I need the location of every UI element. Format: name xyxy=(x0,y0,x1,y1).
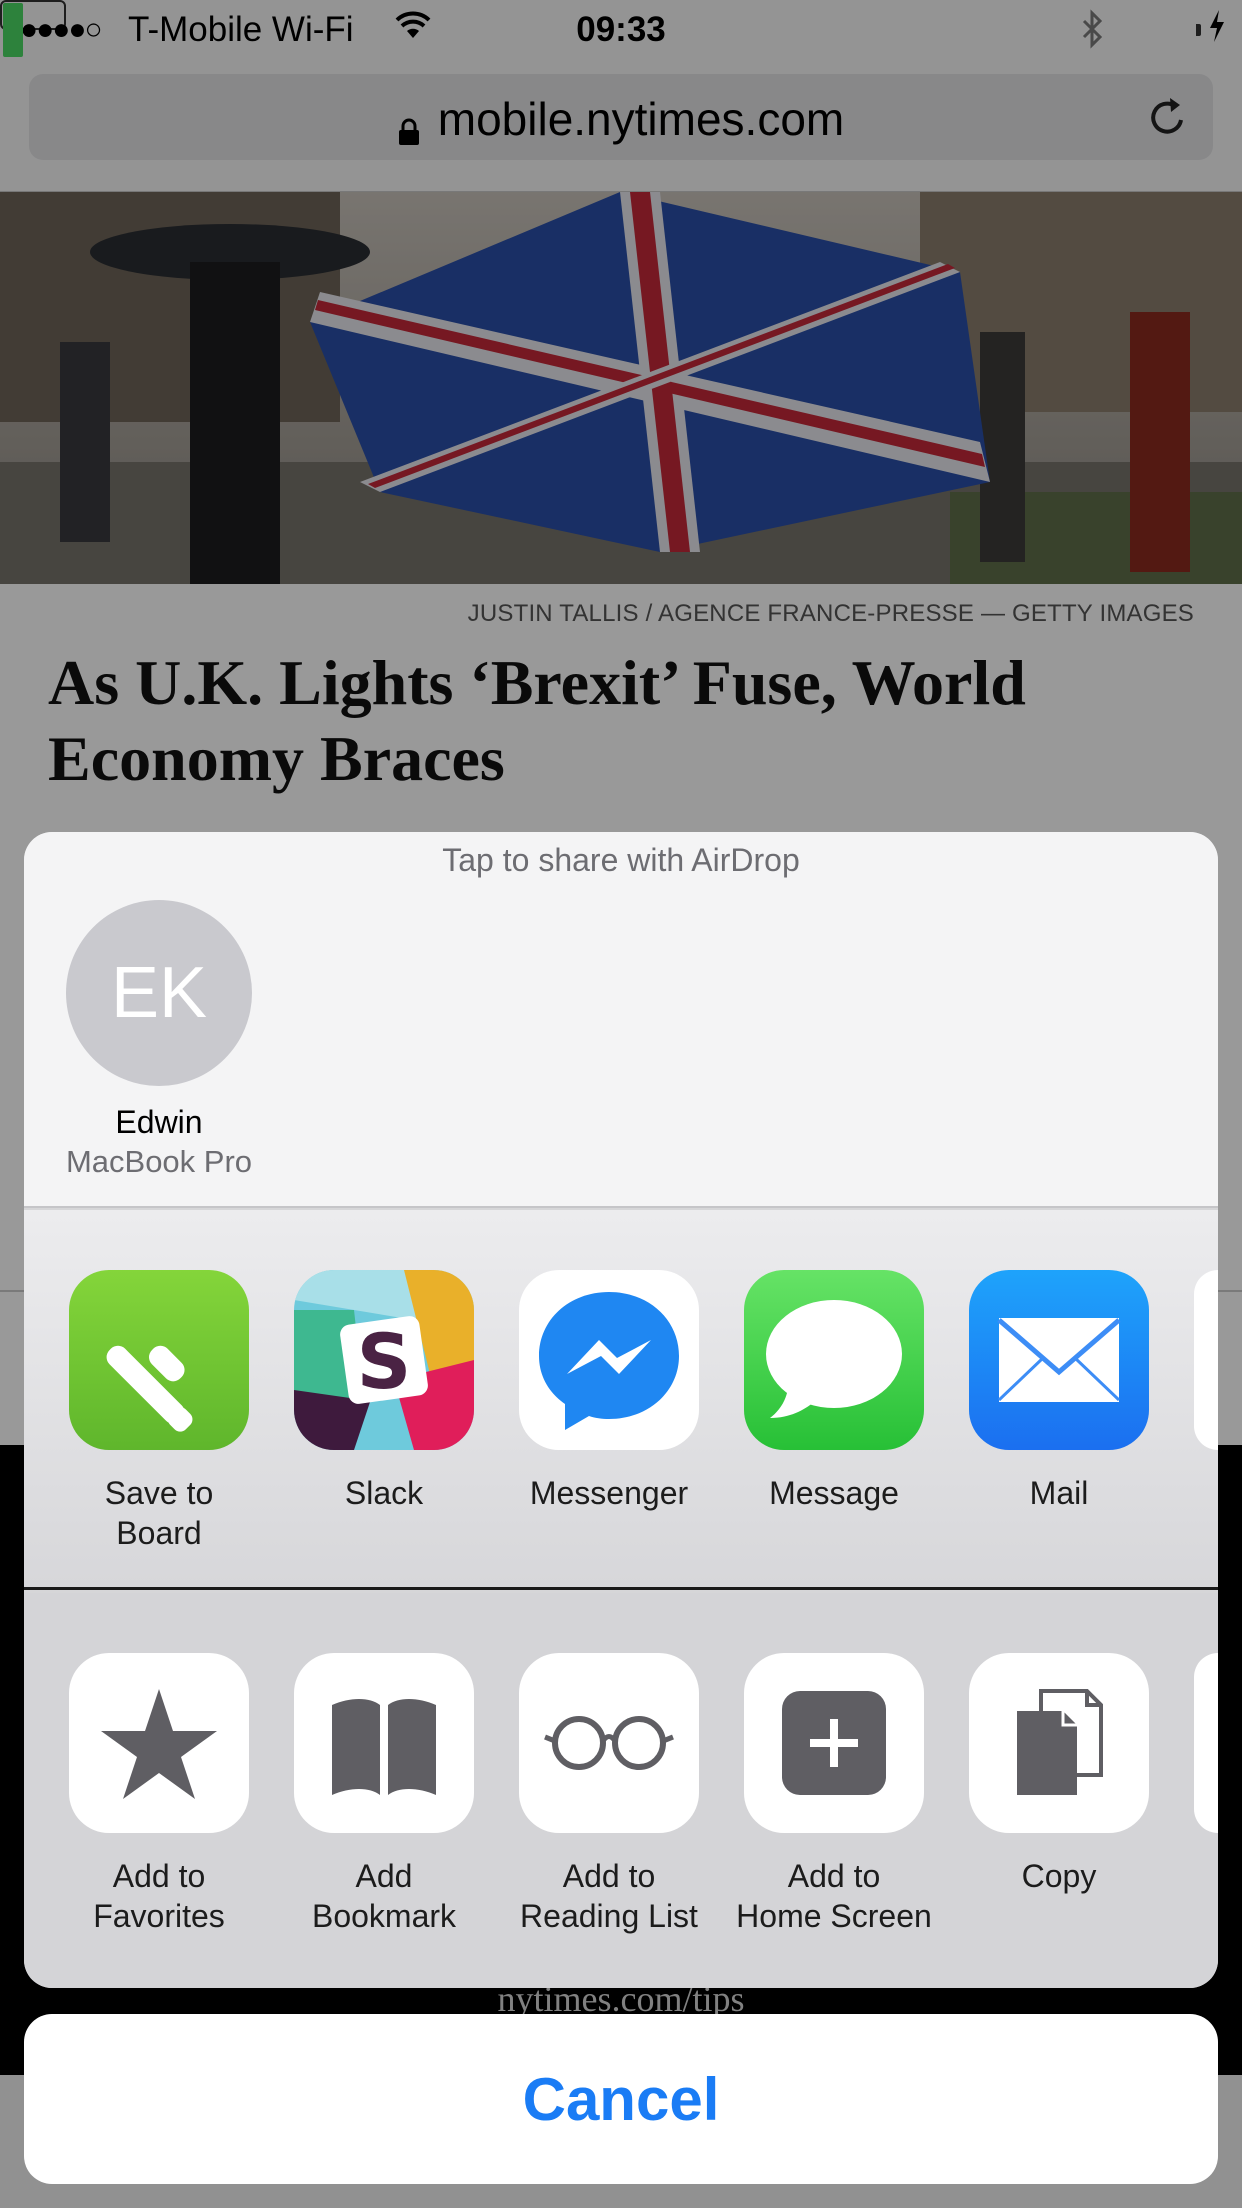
star-icon xyxy=(69,1653,249,1833)
airdrop-section: Tap to share with AirDrop EK Edwin MacBo… xyxy=(24,832,1218,1208)
copy-icon xyxy=(969,1653,1149,1833)
tile-label: Add to Home Screen xyxy=(736,1858,932,1934)
plus-icon xyxy=(744,1653,924,1833)
tile-label: Messenger xyxy=(529,1475,689,1511)
contact-device: MacBook Pro xyxy=(65,1144,253,1179)
tile-label: Mail xyxy=(1029,1475,1089,1511)
tile-label: Message xyxy=(769,1475,899,1511)
more-apps-peek[interactable] xyxy=(1194,1270,1218,1450)
feedly-icon xyxy=(69,1270,249,1450)
svg-text:S: S xyxy=(357,1317,412,1406)
share-actions-row: Add to Favorites Add Bookmark Add to Rea… xyxy=(24,1593,1218,1988)
tile-label: Add Bookmark xyxy=(311,1858,457,1934)
avatar[interactable]: EK xyxy=(66,900,252,1086)
slack-icon: S xyxy=(294,1270,474,1450)
cancel-button[interactable]: Cancel xyxy=(24,2014,1218,2184)
book-icon xyxy=(294,1653,474,1833)
contact-name: Edwin xyxy=(115,1104,203,1140)
cancel-label: Cancel xyxy=(522,2066,720,2133)
tile-label: Slack xyxy=(344,1475,424,1511)
airdrop-hint: Tap to share with AirDrop xyxy=(442,842,800,878)
messenger-icon xyxy=(519,1270,699,1450)
share-sheet: Tap to share with AirDrop EK Edwin MacBo… xyxy=(24,832,1218,1988)
tile-label: Copy xyxy=(1021,1858,1097,1894)
mail-icon xyxy=(969,1270,1149,1450)
tile-label: Add to Favorites xyxy=(93,1858,225,1934)
tile-label: Save to Board xyxy=(104,1475,214,1551)
glasses-icon xyxy=(519,1653,699,1833)
tile-label: Add to Reading List xyxy=(520,1858,698,1934)
more-actions-peek[interactable] xyxy=(1194,1653,1218,1833)
share-apps-row: Save to Board S Slack Messenger Message … xyxy=(24,1210,1218,1590)
messages-icon xyxy=(744,1270,924,1450)
